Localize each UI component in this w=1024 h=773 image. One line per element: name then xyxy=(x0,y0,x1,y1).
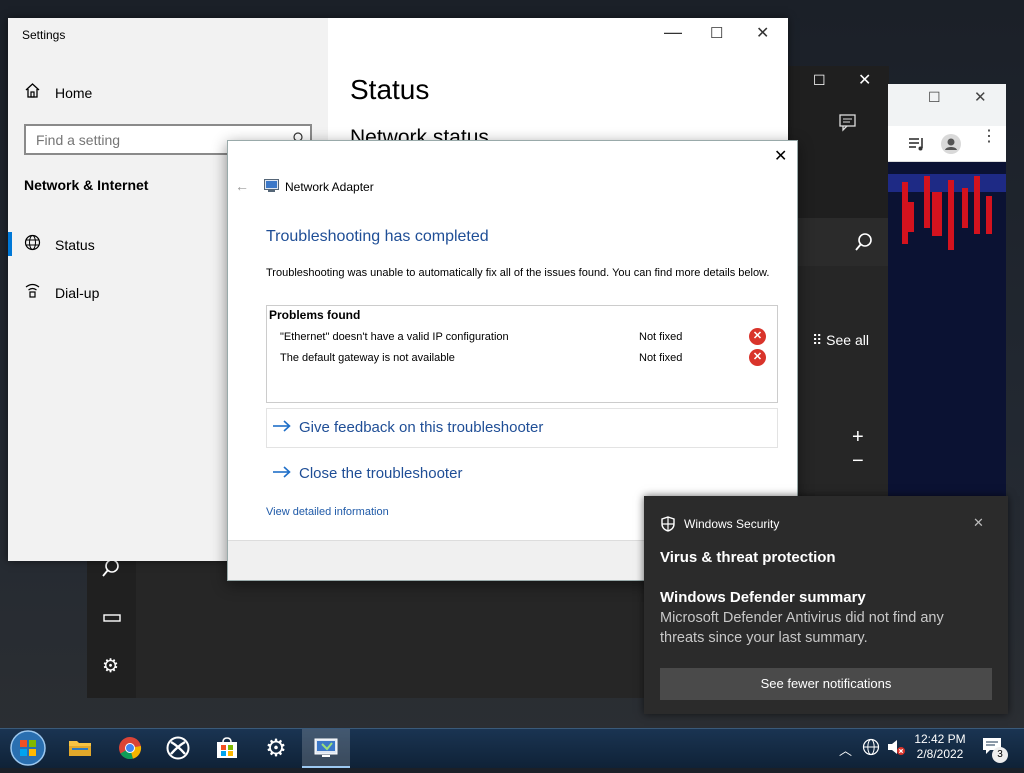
comment-icon[interactable] xyxy=(838,112,858,137)
settings-maximize-button[interactable]: ☐ xyxy=(710,24,723,42)
browser-menu-icon[interactable]: ⋮ xyxy=(981,129,997,145)
dialog-window-title: Network Adapter xyxy=(285,180,374,194)
problem-name[interactable]: "Ethernet" doesn't have a valid IP confi… xyxy=(280,331,509,343)
globe-icon xyxy=(24,234,41,256)
sidebar-keyboard-icon[interactable] xyxy=(103,610,121,628)
back-arrow-icon[interactable]: ← xyxy=(235,178,249,194)
network-adapter-icon xyxy=(264,179,279,197)
troubleshooter-taskbar-icon[interactable] xyxy=(302,729,350,768)
start-button[interactable] xyxy=(8,728,48,768)
error-icon: ✕ xyxy=(749,349,766,366)
view-details-link[interactable]: View detailed information xyxy=(266,506,389,518)
dial-up-icon xyxy=(24,282,41,304)
zoom-in-button[interactable]: + xyxy=(852,426,864,449)
browser-close-icon[interactable]: ✕ xyxy=(974,88,987,106)
notification-app-name: Windows Security xyxy=(684,517,780,531)
notification-summary-title: Windows Defender summary xyxy=(660,589,866,606)
sidebar-search-icon[interactable] xyxy=(101,558,121,583)
nav-home[interactable]: Home xyxy=(24,82,92,104)
profile-avatar-icon[interactable] xyxy=(941,134,961,154)
xbox-icon[interactable] xyxy=(158,729,198,767)
page-title: Status xyxy=(350,74,430,105)
settings-taskbar-icon[interactable]: ⚙ xyxy=(256,729,296,767)
clock-time: 12:42 PM xyxy=(914,732,966,746)
troubleshooter-description: Troubleshooting was unable to automatica… xyxy=(266,267,770,279)
background-search-icon[interactable] xyxy=(854,232,874,257)
notification-summary-body: Microsoft Defender Antivirus did not fin… xyxy=(660,610,944,646)
close-troubleshooter-link[interactable]: Close the troubleshooter xyxy=(273,465,462,482)
nav-status-label: Status xyxy=(55,237,95,253)
see-all-button[interactable]: ⠿ See all xyxy=(812,332,869,349)
chrome-icon[interactable] xyxy=(110,729,150,767)
shield-icon xyxy=(660,516,676,537)
volume-muted-icon[interactable] xyxy=(886,738,906,761)
nav-status[interactable]: Status xyxy=(24,234,95,256)
nav-dial-up[interactable]: Dial-up xyxy=(24,282,99,304)
clock-date: 2/8/2022 xyxy=(916,747,964,761)
zoom-out-button[interactable]: − xyxy=(852,450,864,473)
store-icon[interactable] xyxy=(207,729,247,767)
error-icon: ✕ xyxy=(749,328,766,345)
settings-close-button[interactable]: ✕ xyxy=(756,23,769,43)
settings-minimize-button[interactable]: — xyxy=(664,22,682,43)
notification-title: Virus & threat protection xyxy=(660,549,836,566)
nav-dial-up-label: Dial-up xyxy=(55,285,100,301)
background-close-icon[interactable]: ✕ xyxy=(858,70,871,90)
problems-header: Problems found xyxy=(269,308,361,322)
file-explorer-icon[interactable] xyxy=(60,729,100,767)
settings-window-title: Settings xyxy=(22,28,66,42)
nav-home-label: Home xyxy=(55,85,93,101)
dialog-close-button[interactable]: ✕ xyxy=(774,146,787,166)
notification-close-button[interactable]: ✕ xyxy=(973,515,984,531)
problem-name[interactable]: The default gateway is not available xyxy=(280,352,455,364)
sidebar-gear-icon[interactable]: ⚙ xyxy=(102,655,119,678)
see-fewer-notifications-button[interactable]: See fewer notifications xyxy=(660,668,992,700)
clock[interactable]: 12:42 PM 2/8/2022 xyxy=(908,732,972,762)
selected-indicator xyxy=(8,232,12,256)
problem-status: Not fixed xyxy=(639,352,683,364)
browser-maximize-icon[interactable]: ☐ xyxy=(928,89,941,106)
network-globe-icon[interactable] xyxy=(862,738,880,761)
arrow-right-icon xyxy=(273,419,291,436)
home-icon xyxy=(24,82,41,104)
troubleshooter-heading: Troubleshooting has completed xyxy=(266,228,489,245)
show-hidden-icons-button[interactable]: ︿ xyxy=(839,740,852,759)
give-feedback-link[interactable]: Give feedback on this troubleshooter xyxy=(273,419,543,436)
settings-section-label: Network & Internet xyxy=(24,177,149,193)
problem-status: Not fixed xyxy=(639,331,683,343)
playlist-icon[interactable] xyxy=(908,136,926,157)
background-maximize-icon[interactable]: ☐ xyxy=(813,72,826,89)
notification-count-badge: 3 xyxy=(992,747,1008,763)
video-visualization xyxy=(888,162,1006,498)
action-center-button[interactable]: 3 xyxy=(982,737,1008,763)
browser-titlebar xyxy=(888,84,1006,126)
grid-icon: ⠿ xyxy=(812,332,823,348)
arrow-right-icon xyxy=(273,465,291,482)
